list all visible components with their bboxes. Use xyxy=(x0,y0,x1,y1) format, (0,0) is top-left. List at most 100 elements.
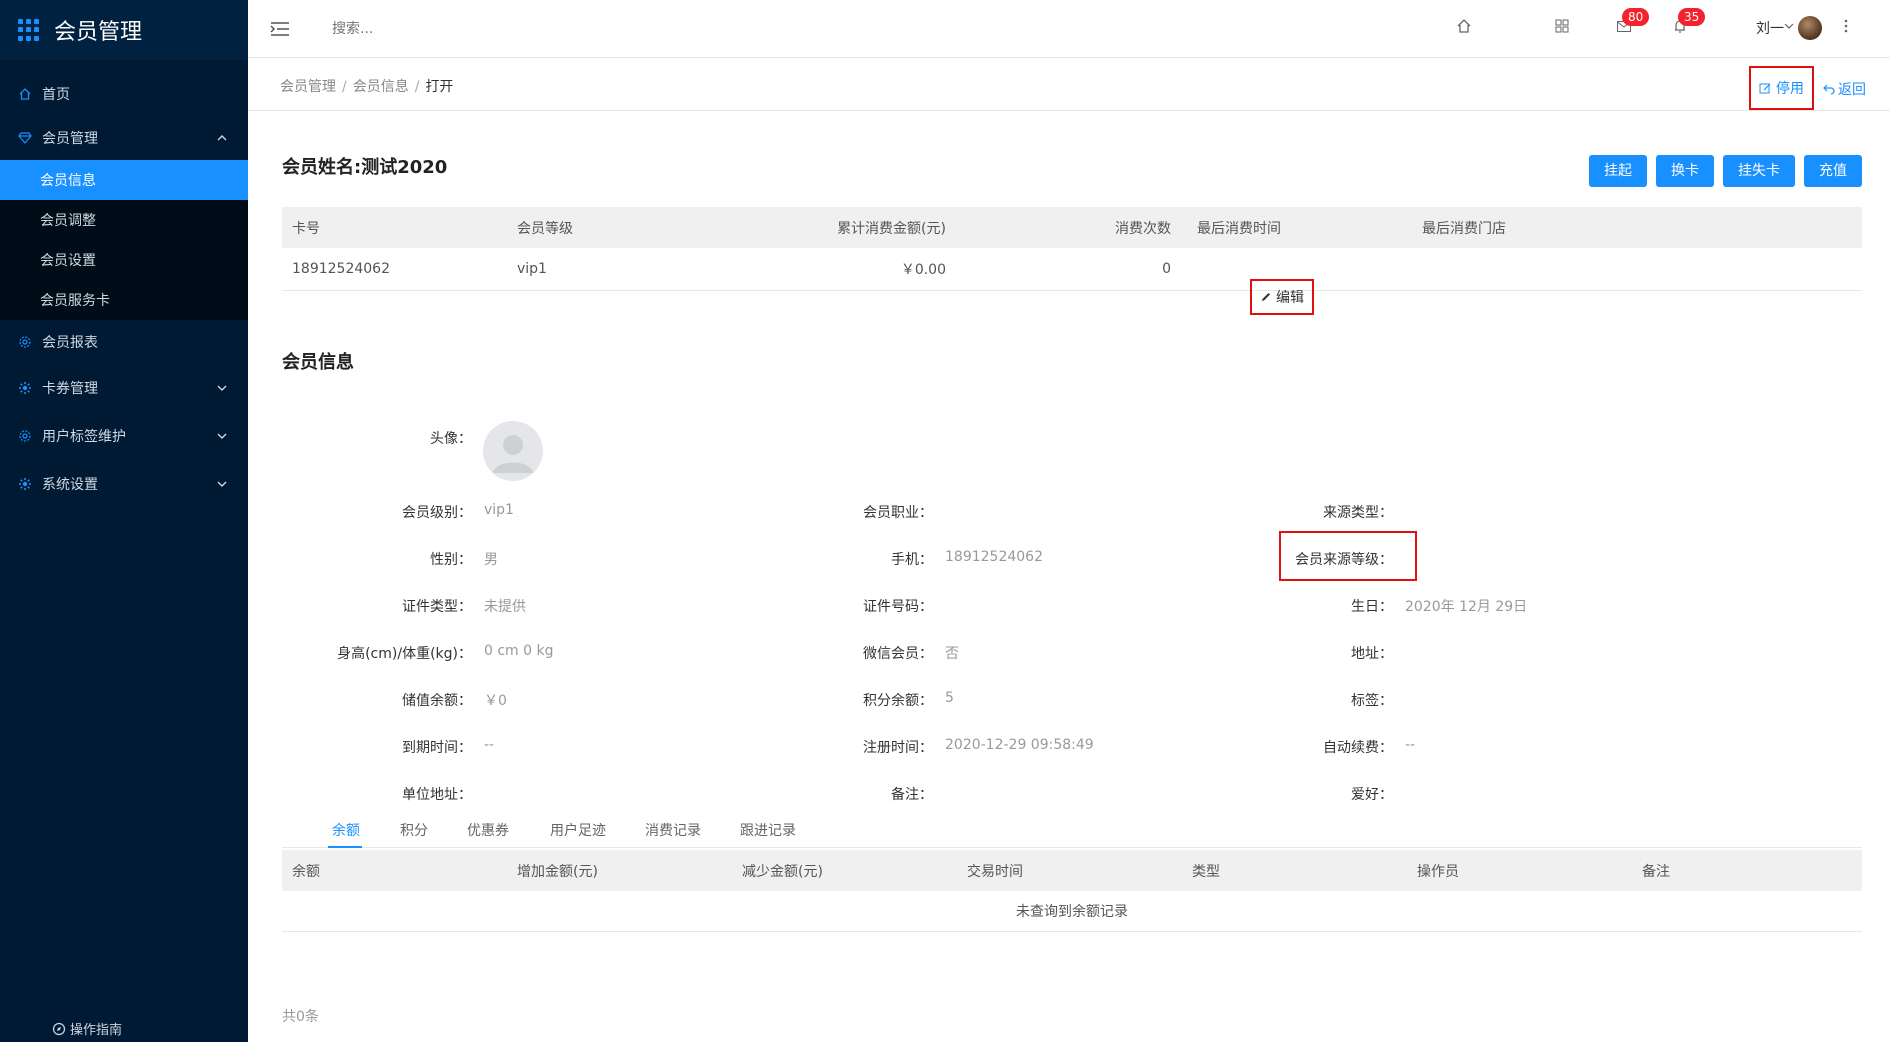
menu-toggle-icon[interactable] xyxy=(270,21,290,37)
field-label: 自动续费： xyxy=(1323,740,1393,756)
sidebar-item-member-settings[interactable]: 会员设置 xyxy=(0,240,248,280)
suspend-button[interactable]: 挂起 xyxy=(1589,155,1647,187)
breadcrumb-item[interactable]: 会员信息 xyxy=(353,79,409,95)
field-label: 证件号码： xyxy=(863,599,933,615)
sidebar-item-system-settings[interactable]: 系统设置 xyxy=(0,462,248,506)
field-value: -- xyxy=(484,737,495,753)
apps-icon[interactable] xyxy=(1554,18,1572,36)
field-label: 会员职业： xyxy=(863,505,933,521)
field-label: 证件类型： xyxy=(402,599,472,615)
gear-icon xyxy=(18,429,32,443)
back-button[interactable]: 返回 xyxy=(1823,79,1866,99)
undo-icon xyxy=(1823,83,1835,95)
apps-grid-icon xyxy=(18,19,40,41)
tab-footprint[interactable]: 用户足迹 xyxy=(550,820,606,840)
breadcrumb-item[interactable]: 会员管理 xyxy=(280,79,336,95)
field-value: vip1 xyxy=(484,502,514,518)
sidebar-menu: 首页 会员管理 会员信息 会员调整 会员设置 会员服务卡 会员报表 卡券管理 用… xyxy=(0,72,248,506)
tab-followup[interactable]: 跟进记录 xyxy=(740,820,796,840)
chevron-down-icon[interactable] xyxy=(1784,19,1796,31)
field-label: 微信会员： xyxy=(863,646,933,662)
edit-label: 编辑 xyxy=(1276,290,1304,306)
field-value: 5 xyxy=(945,690,954,706)
breadcrumb-separator: / xyxy=(414,79,420,95)
table-header: 最后消费时间 xyxy=(1187,207,1412,248)
edit-button[interactable]: 编辑 xyxy=(1250,279,1314,315)
field-label: 生日： xyxy=(1351,599,1393,615)
table-header-row: 卡号 会员等级 累计消费金额(元) 消费次数 最后消费时间 最后消费门店 xyxy=(282,207,1862,248)
breadcrumb: 会员管理 / 会员信息 / 打开 xyxy=(280,76,453,96)
field-label: 来源类型： xyxy=(1323,505,1393,521)
sidebar-item-member-report[interactable]: 会员报表 xyxy=(0,320,248,364)
change-card-button[interactable]: 换卡 xyxy=(1656,155,1714,187)
breadcrumb-current: 打开 xyxy=(425,79,454,95)
sidebar-item-label: 会员管理 xyxy=(42,131,98,147)
table-cell: vip1 xyxy=(507,248,732,291)
field-value: 未提供 xyxy=(484,599,526,615)
field-label: 爱好： xyxy=(1351,787,1393,803)
field-label: 到期时间： xyxy=(402,740,472,756)
sidebar-item-member-info[interactable]: 会员信息 xyxy=(0,160,248,200)
sidebar-item-member-management[interactable]: 会员管理 xyxy=(0,116,248,160)
divider xyxy=(248,110,1890,111)
balance-record-table: 余额 增加金额(元) 减少金额(元) 交易时间 类型 操作员 备注 未查询到余额… xyxy=(282,850,1862,932)
table-cell: 18912524062 xyxy=(282,248,507,291)
chevron-down-icon xyxy=(216,478,228,490)
guide-link[interactable]: 操作指南 xyxy=(52,1019,122,1038)
member-avatar xyxy=(483,421,543,481)
field-value: 男 xyxy=(484,552,498,568)
table-cell: ￥0.00 xyxy=(732,248,962,291)
chevron-down-icon xyxy=(216,430,228,442)
disable-label: 停用 xyxy=(1776,81,1804,97)
empty-message: 未查询到余额记录 xyxy=(282,891,1862,932)
field-value: 2020-12-29 09:58:49 xyxy=(945,737,1094,753)
field-value: 2020年 12月 29日 xyxy=(1405,599,1528,615)
table-header: 交易时间 xyxy=(957,850,1182,891)
field-label: 备注： xyxy=(891,787,933,803)
action-buttons: 挂起 换卡 挂失卡 充值 xyxy=(1580,155,1862,187)
recharge-button[interactable]: 充值 xyxy=(1804,155,1862,187)
total-count: 共0条 xyxy=(282,1009,319,1025)
sidebar-item-member-adjust[interactable]: 会员调整 xyxy=(0,200,248,240)
search-input[interactable] xyxy=(332,12,632,45)
tab-coupons[interactable]: 优惠券 xyxy=(467,820,509,840)
home-icon[interactable] xyxy=(1456,18,1474,36)
avatar[interactable] xyxy=(1798,16,1822,40)
field-value: 否 xyxy=(945,646,959,662)
sidebar: 会员管理 首页 会员管理 会员信息 会员调整 会员设置 会员服务卡 会员报表 卡… xyxy=(0,0,248,1042)
field-label: 标签： xyxy=(1351,693,1393,709)
field-value: 18912524062 xyxy=(945,549,1043,565)
settings-icon xyxy=(18,477,32,491)
record-tabs: 余额 积分 优惠券 用户足迹 消费记录 跟进记录 xyxy=(282,808,1862,848)
breadcrumb-separator: / xyxy=(342,79,347,95)
highlight-box xyxy=(1279,531,1417,581)
tab-balance[interactable]: 余额 xyxy=(332,820,360,840)
card-table: 卡号 会员等级 累计消费金额(元) 消费次数 最后消费时间 最后消费门店 189… xyxy=(282,207,1862,291)
sidebar-item-coupon-management[interactable]: 卡券管理 xyxy=(0,366,248,410)
user-name[interactable]: 刘一 xyxy=(1756,18,1784,38)
report-lost-button[interactable]: 挂失卡 xyxy=(1723,155,1795,187)
field-label: 储值余额： xyxy=(402,693,472,709)
more-vertical-icon[interactable] xyxy=(1843,18,1851,36)
home-icon xyxy=(18,87,32,101)
field-value: ￥0 xyxy=(484,693,507,709)
table-header: 卡号 xyxy=(282,207,507,248)
sidebar-item-label: 用户标签维护 xyxy=(42,429,126,445)
disable-button[interactable]: 停用 xyxy=(1749,66,1814,110)
table-header: 增加金额(元) xyxy=(507,850,732,891)
field-value: 0 cm 0 kg xyxy=(484,643,554,659)
field-label: 手机： xyxy=(891,552,933,568)
pencil-icon xyxy=(1260,291,1272,303)
top-header: 80 35 刘一 xyxy=(248,0,1890,58)
field-value: -- xyxy=(1405,737,1416,753)
tab-consumption[interactable]: 消费记录 xyxy=(645,820,701,840)
field-label: 地址： xyxy=(1351,646,1393,662)
sidebar-item-home[interactable]: 首页 xyxy=(0,72,248,116)
sidebar-item-member-service-card[interactable]: 会员服务卡 xyxy=(0,280,248,320)
mail-badge: 80 xyxy=(1622,8,1650,26)
sidebar-brand[interactable]: 会员管理 xyxy=(0,0,248,60)
tab-points[interactable]: 积分 xyxy=(400,820,428,840)
table-header: 操作员 xyxy=(1407,850,1632,891)
member-info-title: 会员信息 xyxy=(282,352,354,373)
sidebar-item-user-tags[interactable]: 用户标签维护 xyxy=(0,414,248,458)
